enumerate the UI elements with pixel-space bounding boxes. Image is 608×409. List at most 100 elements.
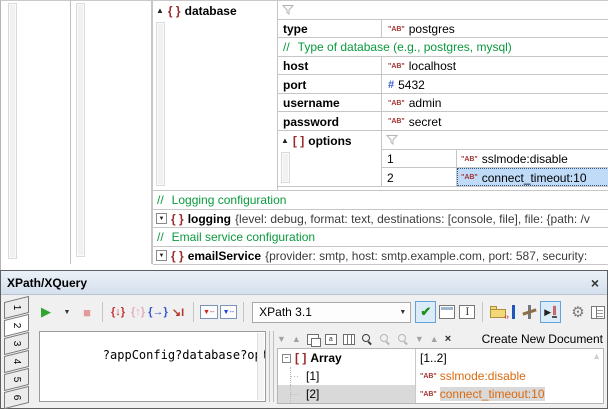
result-item-row-selected[interactable]: [2] "AB" connect_timeout:10 <box>278 385 603 403</box>
new-document-icon[interactable] <box>307 334 319 345</box>
property-name[interactable]: database <box>185 4 237 18</box>
collapse-icon[interactable]: ▲ <box>281 137 289 145</box>
object-brace-icon: { } <box>171 249 184 263</box>
stop-button[interactable]: ■ <box>78 301 96 323</box>
array-value-cell-selected[interactable]: "AB" connect_timeout:10 <box>457 168 608 186</box>
options-name-cell[interactable]: ▲ [ ] options <box>278 131 382 186</box>
field-name-cell[interactable]: type <box>278 20 382 37</box>
tools-icon <box>520 304 538 320</box>
step-into-icon[interactable]: {↑} <box>129 301 147 323</box>
vertical-scrollbar[interactable] <box>76 3 85 257</box>
vertical-scrollbar[interactable] <box>8 3 17 259</box>
tree-collapse-icon[interactable]: − <box>282 354 291 363</box>
field-value-cell[interactable]: # 5432 <box>382 75 608 93</box>
object-preview: {provider: smtp, host: smtp.example.com,… <box>265 249 587 263</box>
show-window-button[interactable] <box>438 301 456 323</box>
search-prev-icon[interactable] <box>379 333 391 345</box>
step-out-icon[interactable]: {→} <box>149 301 167 323</box>
xpath-query-editor[interactable]: ?appConfig?database?options <box>39 331 266 402</box>
field-name-cell[interactable]: host <box>278 57 382 74</box>
next-result-icon[interactable]: ▲ <box>292 334 301 344</box>
logging-row[interactable]: ▼ { } logging {level: debug, format: tex… <box>153 210 608 228</box>
editor-scrollbar[interactable] <box>257 333 264 400</box>
filter-icon[interactable] <box>386 134 398 146</box>
field-value-cell[interactable]: "AB" localhost <box>382 57 608 74</box>
comment-slashes: // <box>157 193 164 207</box>
comment-text: Email service configuration <box>172 230 315 244</box>
comment-row[interactable]: // Email service configuration <box>153 228 608 247</box>
columns-icon[interactable] <box>343 334 355 345</box>
array-value-cell[interactable]: "AB" sslmode:disable <box>457 150 608 167</box>
array-item-row: 2 "AB" connect_timeout:10 <box>382 168 608 187</box>
field-name-cell[interactable]: password <box>278 112 382 130</box>
string-type-icon: "AB" <box>388 100 405 107</box>
comment-row[interactable]: // Type of database (e.g., postgres, mys… <box>278 38 608 57</box>
tab-6[interactable]: 6 <box>4 389 29 406</box>
field-value-cell[interactable]: "AB" postgres <box>382 20 608 37</box>
array-index-cell[interactable]: 2 <box>382 168 457 186</box>
xpath-version-select[interactable]: XPath 3.1 ▼ <box>252 302 411 323</box>
validate-toggle-active[interactable]: ✔ <box>415 301 436 323</box>
result-item-row[interactable]: [1] "AB" sslmode:disable <box>278 367 603 385</box>
filter-row[interactable] <box>278 1 608 20</box>
field-value: postgres <box>409 22 455 36</box>
array-bracket-icon: [ ] <box>295 351 306 365</box>
settings-button[interactable]: ⚙ <box>569 301 587 323</box>
tracepoint-icon[interactable]: ▼-- <box>220 305 238 319</box>
panel-titlebar: XPath/XQuery × <box>1 271 607 295</box>
open-file-button[interactable]: ‹› <box>489 301 507 323</box>
property-name[interactable]: emailService <box>188 249 261 263</box>
property-name[interactable]: logging <box>188 212 231 226</box>
expand-icon[interactable]: ▼ <box>156 250 167 261</box>
filter-row[interactable] <box>382 131 608 150</box>
collapse-all-icon[interactable]: ▼ <box>415 334 424 344</box>
field-row: host "AB" localhost <box>278 57 608 75</box>
xpath-xquery-panel: XPath/XQuery × 1 2 3 4 5 6 ▶ ▼ ■ {↓} {↑} <box>0 270 608 409</box>
field-value-cell[interactable]: "AB" admin <box>382 94 608 111</box>
email-service-row[interactable]: ▼ { } emailService {provider: smtp, host… <box>153 247 608 265</box>
tools-button[interactable] <box>520 301 538 323</box>
copy-result-icon[interactable]: a <box>325 334 337 345</box>
array-index-cell[interactable]: 1 <box>382 150 457 167</box>
result-root-row[interactable]: − [ ] Array [1..2] <box>278 349 603 367</box>
field-value: secret <box>409 115 442 129</box>
create-new-document-button[interactable]: Create New Document <box>482 332 603 346</box>
close-icon[interactable]: × <box>591 276 599 290</box>
expand-icon[interactable]: ▼ <box>156 213 167 224</box>
filter-icon[interactable] <box>282 4 294 16</box>
evaluate-play-button[interactable]: ▶ <box>37 301 55 323</box>
layout-button[interactable] <box>589 301 607 323</box>
field-row: username "AB" admin <box>278 94 608 112</box>
scroll-up-icon[interactable]: ▲ <box>592 351 601 361</box>
vertical-scrollbar[interactable] <box>281 152 290 183</box>
gear-icon: ⚙ <box>571 303 584 321</box>
text-cursor-button[interactable]: I <box>458 301 476 323</box>
play-dropdown-icon[interactable]: ▼ <box>58 301 76 323</box>
array-item-row: 1 "AB" sslmode:disable <box>382 150 608 168</box>
field-row: password "AB" secret <box>278 112 608 131</box>
field-value: admin <box>409 96 442 110</box>
string-type-icon: "AB" <box>461 156 478 163</box>
search-icon[interactable] <box>361 333 373 345</box>
property-name[interactable]: options <box>308 134 351 148</box>
field-name-cell[interactable]: port <box>278 75 382 93</box>
search-next-icon[interactable] <box>397 333 409 345</box>
clear-results-icon[interactable]: × <box>445 333 451 345</box>
grid-ancestor-column-1 <box>1 1 71 264</box>
evaluate-on-typing-toggle-active[interactable]: ▶ ∥ <box>540 301 561 323</box>
start-debugger-icon[interactable]: {↓} <box>109 301 127 323</box>
comment-row[interactable]: // Logging configuration <box>153 191 608 210</box>
field-value-cell[interactable]: "AB" secret <box>382 112 608 130</box>
vertical-scrollbar[interactable] <box>156 22 165 186</box>
results-tree: − [ ] Array [1..2] [1] "AB" sslmode:disa… <box>277 348 604 404</box>
chevron-down-icon: ▼ <box>399 309 406 316</box>
prev-result-icon[interactable]: ▼ <box>277 334 286 344</box>
xpath-query-text: ?appConfig?database?options <box>103 348 266 362</box>
field-name-cell[interactable]: username <box>278 94 382 111</box>
collapse-icon[interactable]: ▲ <box>156 7 164 15</box>
database-name-cell[interactable]: ▲ { } database <box>153 1 277 190</box>
pane-splitter[interactable] <box>269 331 274 402</box>
goto-cursor-icon[interactable]: ↘I <box>169 301 187 323</box>
breakpoint-icon[interactable]: ▼-- <box>200 305 218 319</box>
expand-all-icon[interactable]: ▲ <box>430 334 439 344</box>
